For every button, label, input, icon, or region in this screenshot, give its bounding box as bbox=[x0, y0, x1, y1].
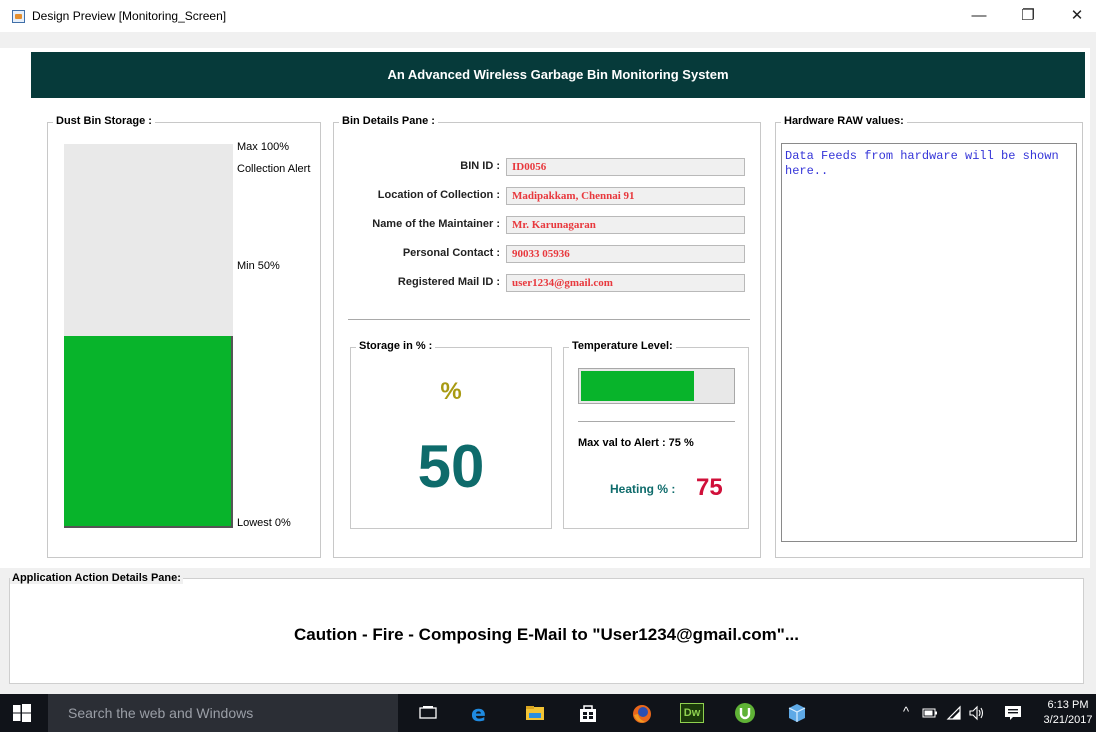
action-message: Caution - Fire - Composing E-Mail to "Us… bbox=[294, 625, 799, 644]
minimize-button[interactable]: — bbox=[964, 6, 994, 26]
heating-value: 75 bbox=[696, 474, 723, 501]
clock-date: 3/21/2017 bbox=[1043, 714, 1093, 726]
storage-percent-title: Storage in % : bbox=[356, 340, 436, 352]
task-view-icon[interactable] bbox=[417, 702, 439, 724]
bin-details-title: Bin Details Pane : bbox=[339, 115, 438, 127]
clock-time: 6:13 PM bbox=[1047, 699, 1089, 711]
dreamweaver-icon[interactable]: Dw bbox=[680, 703, 704, 723]
details-separator bbox=[348, 319, 750, 320]
store-icon[interactable] bbox=[577, 702, 599, 724]
app-frame: An Advanced Wireless Garbage Bin Monitor… bbox=[0, 32, 1096, 694]
scale-alert-label: Collection Alert bbox=[237, 163, 311, 175]
svg-text:e: e bbox=[471, 702, 486, 724]
location-label: Location of Collection : bbox=[377, 189, 500, 201]
heating-label: Heating % : bbox=[610, 482, 676, 496]
bin-id-label: BIN ID : bbox=[460, 160, 500, 172]
virtualbox-icon[interactable] bbox=[786, 702, 808, 724]
mail-id-field[interactable]: user1234@gmail.com bbox=[506, 274, 745, 292]
maintainer-label: Name of the Maintainer : bbox=[372, 218, 500, 230]
maintainer-field[interactable]: Mr. Karunagaran bbox=[506, 216, 745, 234]
main-panel: An Advanced Wireless Garbage Bin Monitor… bbox=[0, 48, 1090, 568]
dust-bin-storage-title: Dust Bin Storage : bbox=[53, 115, 155, 127]
contact-field[interactable]: 90033 05936 bbox=[506, 245, 745, 263]
hardware-raw-title: Hardware RAW values: bbox=[781, 115, 907, 127]
java-app-icon bbox=[12, 10, 25, 23]
file-explorer-icon[interactable] bbox=[524, 702, 546, 724]
scale-min-label: Min 50% bbox=[237, 260, 280, 272]
volume-icon[interactable] bbox=[968, 705, 986, 721]
mail-id-label: Registered Mail ID : bbox=[397, 276, 500, 288]
action-center-icon[interactable] bbox=[1004, 704, 1022, 722]
battery-icon[interactable] bbox=[922, 706, 938, 720]
action-details-title: Application Action Details Pane: bbox=[10, 572, 183, 584]
temperature-separator bbox=[578, 421, 735, 422]
location-field[interactable]: Madipakkam, Chennai 91 bbox=[506, 187, 745, 205]
bin-empty-area bbox=[64, 144, 233, 336]
bin-details-group: Bin Details Pane : BIN ID : ID0056 Locat… bbox=[333, 115, 761, 558]
storage-unit: % bbox=[440, 378, 462, 405]
storage-value: 50 bbox=[417, 433, 485, 500]
max-alert-label: Max val to Alert : 75 % bbox=[578, 437, 694, 449]
scale-lowest-label: Lowest 0% bbox=[237, 517, 291, 529]
utorrent-icon[interactable] bbox=[734, 702, 756, 724]
window-titlebar: Design Preview [Monitoring_Screen] — ❐ ✕ bbox=[0, 0, 1096, 32]
app-header: An Advanced Wireless Garbage Bin Monitor… bbox=[31, 52, 1085, 98]
temperature-bar-fill bbox=[581, 371, 694, 401]
wifi-icon[interactable] bbox=[946, 705, 962, 721]
temperature-title: Temperature Level: bbox=[569, 340, 676, 352]
hardware-raw-textarea[interactable]: Data Feeds from hardware will be shown h… bbox=[781, 143, 1077, 542]
dust-bin-storage-group: Dust Bin Storage : Max 100% Collection A… bbox=[47, 115, 321, 558]
restore-button[interactable]: ❐ bbox=[1013, 6, 1043, 26]
taskbar: Search the web and Windows e Dw ^ 6:13 P… bbox=[0, 694, 1096, 732]
contact-label: Personal Contact : bbox=[402, 247, 500, 259]
storage-percent-group: Storage in % : % 50 bbox=[350, 340, 552, 529]
close-button[interactable]: ✕ bbox=[1062, 6, 1092, 26]
firefox-icon[interactable] bbox=[631, 702, 653, 724]
bin-id-field[interactable]: ID0056 bbox=[506, 158, 745, 176]
bin-fill-level bbox=[64, 336, 233, 528]
taskbar-search-input[interactable]: Search the web and Windows bbox=[48, 694, 398, 732]
temperature-group: Temperature Level: Max val to Alert : 75… bbox=[563, 340, 749, 529]
action-details-pane: Caution - Fire - Composing E-Mail to "Us… bbox=[9, 578, 1084, 684]
window-title: Design Preview [Monitoring_Screen] bbox=[32, 9, 227, 23]
scale-max-label: Max 100% bbox=[237, 141, 289, 153]
edge-icon[interactable]: e bbox=[469, 702, 491, 727]
hardware-raw-group: Hardware RAW values: Data Feeds from har… bbox=[775, 115, 1083, 558]
taskbar-clock[interactable]: 6:13 PM 3/21/2017 bbox=[1040, 698, 1096, 728]
windows-start-icon[interactable] bbox=[13, 704, 31, 722]
show-hidden-icons-icon[interactable]: ^ bbox=[903, 704, 909, 719]
temperature-bar bbox=[578, 368, 735, 404]
